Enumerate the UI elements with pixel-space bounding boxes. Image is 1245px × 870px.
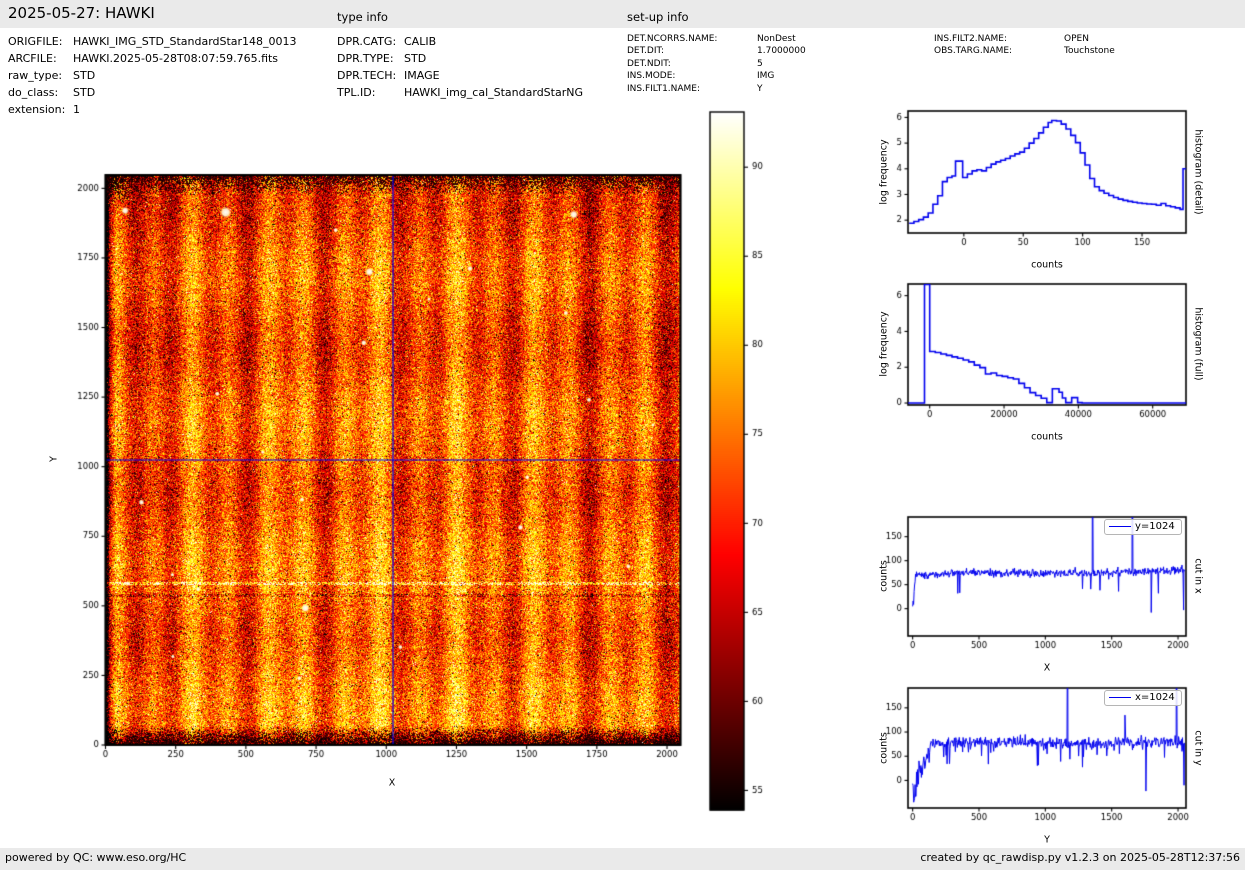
footer-left-text: powered by QC: www.eso.org/HC	[5, 851, 186, 864]
type-info-row: DPR.TYPE:STD	[337, 50, 583, 67]
hist-full-ylabel: log frequency	[879, 311, 890, 376]
cut-y-side-label: cut in y	[1193, 730, 1204, 765]
hist-detail-ylabel: log frequency	[879, 139, 890, 204]
type-info-row: DPR.TECH:IMAGE	[337, 67, 583, 84]
cut-y-legend: x=1024	[1104, 690, 1182, 706]
setup-info-col1: DET.NCORRS.NAME:NonDest DET.DIT:1.700000…	[627, 33, 806, 95]
setup-info-row: OBS.TARG.NAME:Touchstone	[934, 45, 1115, 57]
main-xaxis-label: X	[389, 778, 396, 789]
page-title: 2025-05-27: HAWKI	[8, 4, 155, 22]
footer-right-text: created by qc_rawdisp.py v1.2.3 on 2025-…	[920, 851, 1240, 864]
cut-x-side-label: cut in x	[1193, 558, 1204, 593]
hist-detail-side-label: histogram (detail)	[1193, 129, 1204, 214]
file-info-row: raw_type:STD	[8, 67, 297, 84]
cut-x-xlabel: X	[1044, 663, 1051, 674]
cut-x-ylabel: counts	[879, 560, 890, 592]
type-info-row: DPR.CATG:CALIB	[337, 33, 583, 50]
qc-report-page: { "header": { "title": "2025-05-27: HAWK…	[0, 0, 1245, 870]
file-info-row: do_class:STD	[8, 84, 297, 101]
legend-line-sample	[1109, 697, 1131, 698]
file-info-row: ORIGFILE:HAWKI_IMG_STD_StandardStar148_0…	[8, 33, 297, 50]
file-info-row: extension:1	[8, 101, 297, 118]
cut-y-legend-label: x=1024	[1135, 692, 1175, 703]
hist-full-side-label: histogram (full)	[1193, 307, 1204, 380]
setup-info-row: INS.FILT1.NAME:Y	[627, 83, 806, 95]
setup-info-row: DET.NDIT:5	[627, 58, 806, 70]
cut-x-legend: y=1024	[1104, 519, 1182, 535]
main-yaxis-label: Y	[49, 456, 60, 462]
setup-info-row: INS.MODE:IMG	[627, 70, 806, 82]
hist-full-xlabel: counts	[1031, 432, 1063, 443]
type-info-block: DPR.CATG:CALIB DPR.TYPE:STD DPR.TECH:IMA…	[337, 33, 583, 101]
cut-x-legend-label: y=1024	[1135, 521, 1175, 532]
setup-info-row: DET.NCORRS.NAME:NonDest	[627, 33, 806, 45]
setup-info-row: DET.DIT:1.7000000	[627, 45, 806, 57]
setup-info-col2: INS.FILT2.NAME:OPEN OBS.TARG.NAME:Touchs…	[934, 33, 1115, 58]
cut-y-xlabel: Y	[1044, 835, 1050, 846]
setup-info-row: INS.FILT2.NAME:OPEN	[934, 33, 1115, 45]
cut-y-ylabel: counts	[879, 732, 890, 764]
legend-line-sample	[1109, 526, 1131, 527]
type-info-row: TPL.ID:HAWKI_img_cal_StandardStarNG	[337, 84, 583, 101]
file-info-row: ARCFILE:HAWKI.2025-05-28T08:07:59.765.fi…	[8, 50, 297, 67]
hist-detail-xlabel: counts	[1031, 260, 1063, 271]
type-info-heading: type info	[337, 10, 388, 24]
setup-info-heading: set-up info	[627, 10, 689, 24]
file-info-block: ORIGFILE:HAWKI_IMG_STD_StandardStar148_0…	[8, 33, 297, 118]
